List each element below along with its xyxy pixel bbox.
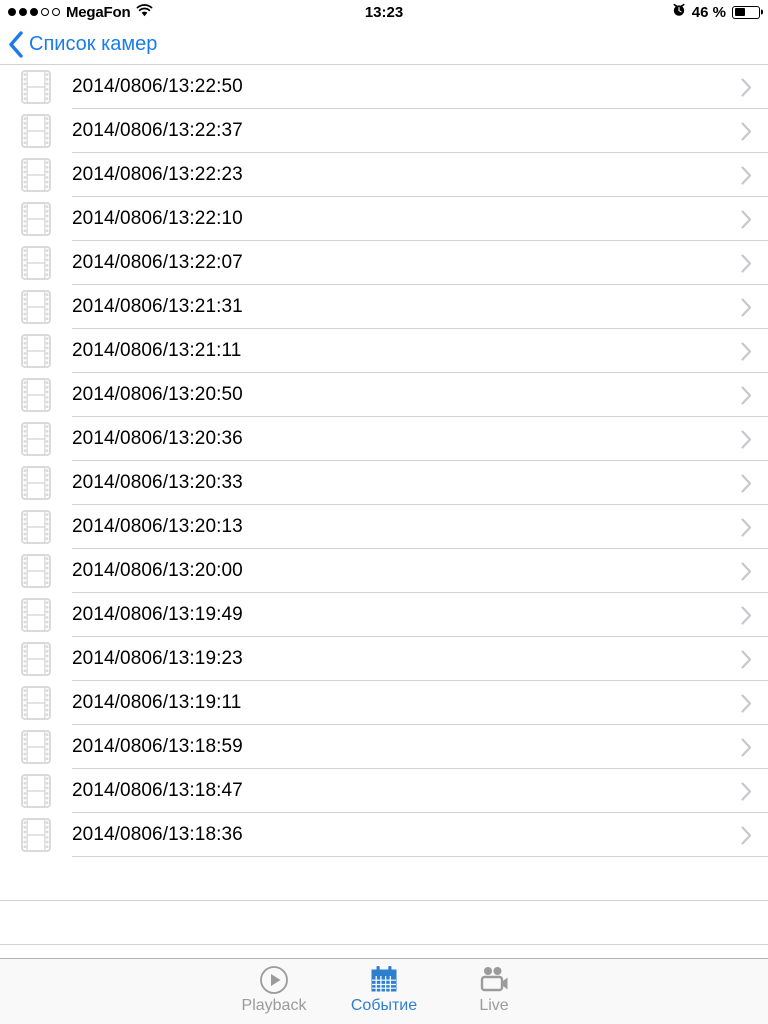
alarm-clock-icon: [672, 3, 686, 21]
film-strip-icon: [18, 686, 54, 720]
event-timestamp: 2014/0806/13:22:50: [72, 76, 243, 97]
back-button-label: Список камер: [29, 33, 158, 55]
chevron-right-icon[interactable]: [741, 209, 752, 229]
empty-table-row: [0, 901, 768, 945]
event-timestamp: 2014/0806/13:18:59: [72, 736, 243, 757]
navigation-bar: Список камер: [0, 24, 768, 64]
tab-playback-label: Playback: [241, 997, 307, 1014]
film-strip-icon: [18, 378, 54, 412]
empty-rows-container: [0, 857, 768, 945]
event-timestamp: 2014/0806/13:18:47: [72, 780, 243, 801]
film-strip-icon: [18, 730, 54, 764]
app-root: MegaFon 13:23 46 % Список камер 2014/080…: [0, 0, 768, 1024]
film-strip-icon: [18, 422, 54, 456]
chevron-right-icon[interactable]: [741, 605, 752, 625]
status-bar-clock: 13:23: [364, 3, 404, 21]
film-strip-icon: [18, 466, 54, 500]
event-timestamp: 2014/0806/13:20:13: [72, 516, 243, 537]
film-strip-icon: [18, 598, 54, 632]
film-strip-icon: [18, 70, 54, 104]
battery-icon: [732, 5, 760, 19]
chevron-right-icon[interactable]: [741, 121, 752, 141]
film-strip-icon: [18, 334, 54, 368]
event-timestamp: 2014/0806/13:20:50: [72, 384, 243, 405]
battery-fill: [734, 8, 746, 16]
tab-event-label: Событие: [350, 997, 418, 1014]
event-timestamp: 2014/0806/13:19:23: [72, 648, 243, 669]
table-row[interactable]: 2014/0806/13:18:36: [0, 813, 768, 857]
chevron-right-icon[interactable]: [741, 649, 752, 669]
film-strip-icon: [18, 774, 54, 808]
calendar-icon: [368, 965, 400, 995]
table-row[interactable]: 2014/0806/13:22:50: [0, 65, 768, 109]
table-row[interactable]: 2014/0806/13:19:11: [0, 681, 768, 725]
tab-playback[interactable]: Playback: [219, 965, 329, 1014]
event-timestamp: 2014/0806/13:22:23: [72, 164, 243, 185]
table-row[interactable]: 2014/0806/13:18:59: [0, 725, 768, 769]
film-strip-icon: [18, 114, 54, 148]
film-strip-icon: [18, 202, 54, 236]
video-camera-icon: [478, 965, 510, 995]
chevron-left-icon: [8, 30, 24, 58]
battery-percent-label: 46 %: [691, 3, 726, 21]
table-row[interactable]: 2014/0806/13:22:07: [0, 241, 768, 285]
chevron-right-icon[interactable]: [741, 253, 752, 273]
chevron-right-icon[interactable]: [741, 517, 752, 537]
film-strip-icon: [18, 510, 54, 544]
event-timestamp: 2014/0806/13:22:10: [72, 208, 243, 229]
film-strip-icon: [18, 818, 54, 852]
chevron-right-icon[interactable]: [741, 341, 752, 361]
event-timestamp: 2014/0806/13:21:11: [72, 340, 242, 361]
chevron-right-icon[interactable]: [741, 781, 752, 801]
film-strip-icon: [18, 642, 54, 676]
chevron-right-icon[interactable]: [741, 429, 752, 449]
table-row[interactable]: 2014/0806/13:22:10: [0, 197, 768, 241]
tab-live-label: Live: [479, 997, 509, 1014]
table-row[interactable]: 2014/0806/13:18:47: [0, 769, 768, 813]
status-bar: MegaFon 13:23 46 %: [0, 0, 768, 24]
table-row[interactable]: 2014/0806/13:22:37: [0, 109, 768, 153]
empty-table-row: [0, 857, 768, 901]
chevron-right-icon[interactable]: [741, 737, 752, 757]
film-strip-icon: [18, 290, 54, 324]
table-row[interactable]: 2014/0806/13:20:36: [0, 417, 768, 461]
chevron-right-icon[interactable]: [741, 561, 752, 581]
table-row[interactable]: 2014/0806/13:22:23: [0, 153, 768, 197]
table-row[interactable]: 2014/0806/13:21:11: [0, 329, 768, 373]
table-row[interactable]: 2014/0806/13:19:49: [0, 593, 768, 637]
status-bar-right: 46 %: [672, 3, 760, 21]
event-timestamp: 2014/0806/13:19:11: [72, 692, 242, 713]
event-timestamp: 2014/0806/13:19:49: [72, 604, 243, 625]
event-timestamp: 2014/0806/13:18:36: [72, 824, 243, 845]
film-strip-icon: [18, 554, 54, 588]
event-rows-container: 2014/0806/13:22:50 2014/0806/13:22:37 20…: [0, 65, 768, 857]
chevron-right-icon[interactable]: [741, 385, 752, 405]
chevron-right-icon[interactable]: [741, 693, 752, 713]
table-row[interactable]: 2014/0806/13:20:33: [0, 461, 768, 505]
event-timestamp: 2014/0806/13:20:36: [72, 428, 243, 449]
event-timestamp: 2014/0806/13:22:07: [72, 252, 243, 273]
table-row[interactable]: 2014/0806/13:21:31: [0, 285, 768, 329]
tab-event[interactable]: Событие: [329, 965, 439, 1014]
event-list[interactable]: 2014/0806/13:22:50 2014/0806/13:22:37 20…: [0, 64, 768, 958]
chevron-right-icon[interactable]: [741, 77, 752, 97]
back-button[interactable]: Список камер: [8, 30, 158, 58]
chevron-right-icon[interactable]: [741, 825, 752, 845]
chevron-right-icon[interactable]: [741, 473, 752, 493]
film-strip-icon: [18, 158, 54, 192]
event-timestamp: 2014/0806/13:21:31: [72, 296, 243, 317]
chevron-right-icon[interactable]: [741, 297, 752, 317]
table-row[interactable]: 2014/0806/13:20:00: [0, 549, 768, 593]
event-timestamp: 2014/0806/13:20:00: [72, 560, 243, 581]
table-row[interactable]: 2014/0806/13:20:13: [0, 505, 768, 549]
event-timestamp: 2014/0806/13:20:33: [72, 472, 243, 493]
chevron-right-icon[interactable]: [741, 165, 752, 185]
tab-bar: Playback Событие Live: [0, 958, 768, 1024]
table-row[interactable]: 2014/0806/13:20:50: [0, 373, 768, 417]
table-row[interactable]: 2014/0806/13:19:23: [0, 637, 768, 681]
film-strip-icon: [18, 246, 54, 280]
tab-live[interactable]: Live: [439, 965, 549, 1014]
event-timestamp: 2014/0806/13:22:37: [72, 120, 243, 141]
play-circle-icon: [259, 965, 289, 995]
